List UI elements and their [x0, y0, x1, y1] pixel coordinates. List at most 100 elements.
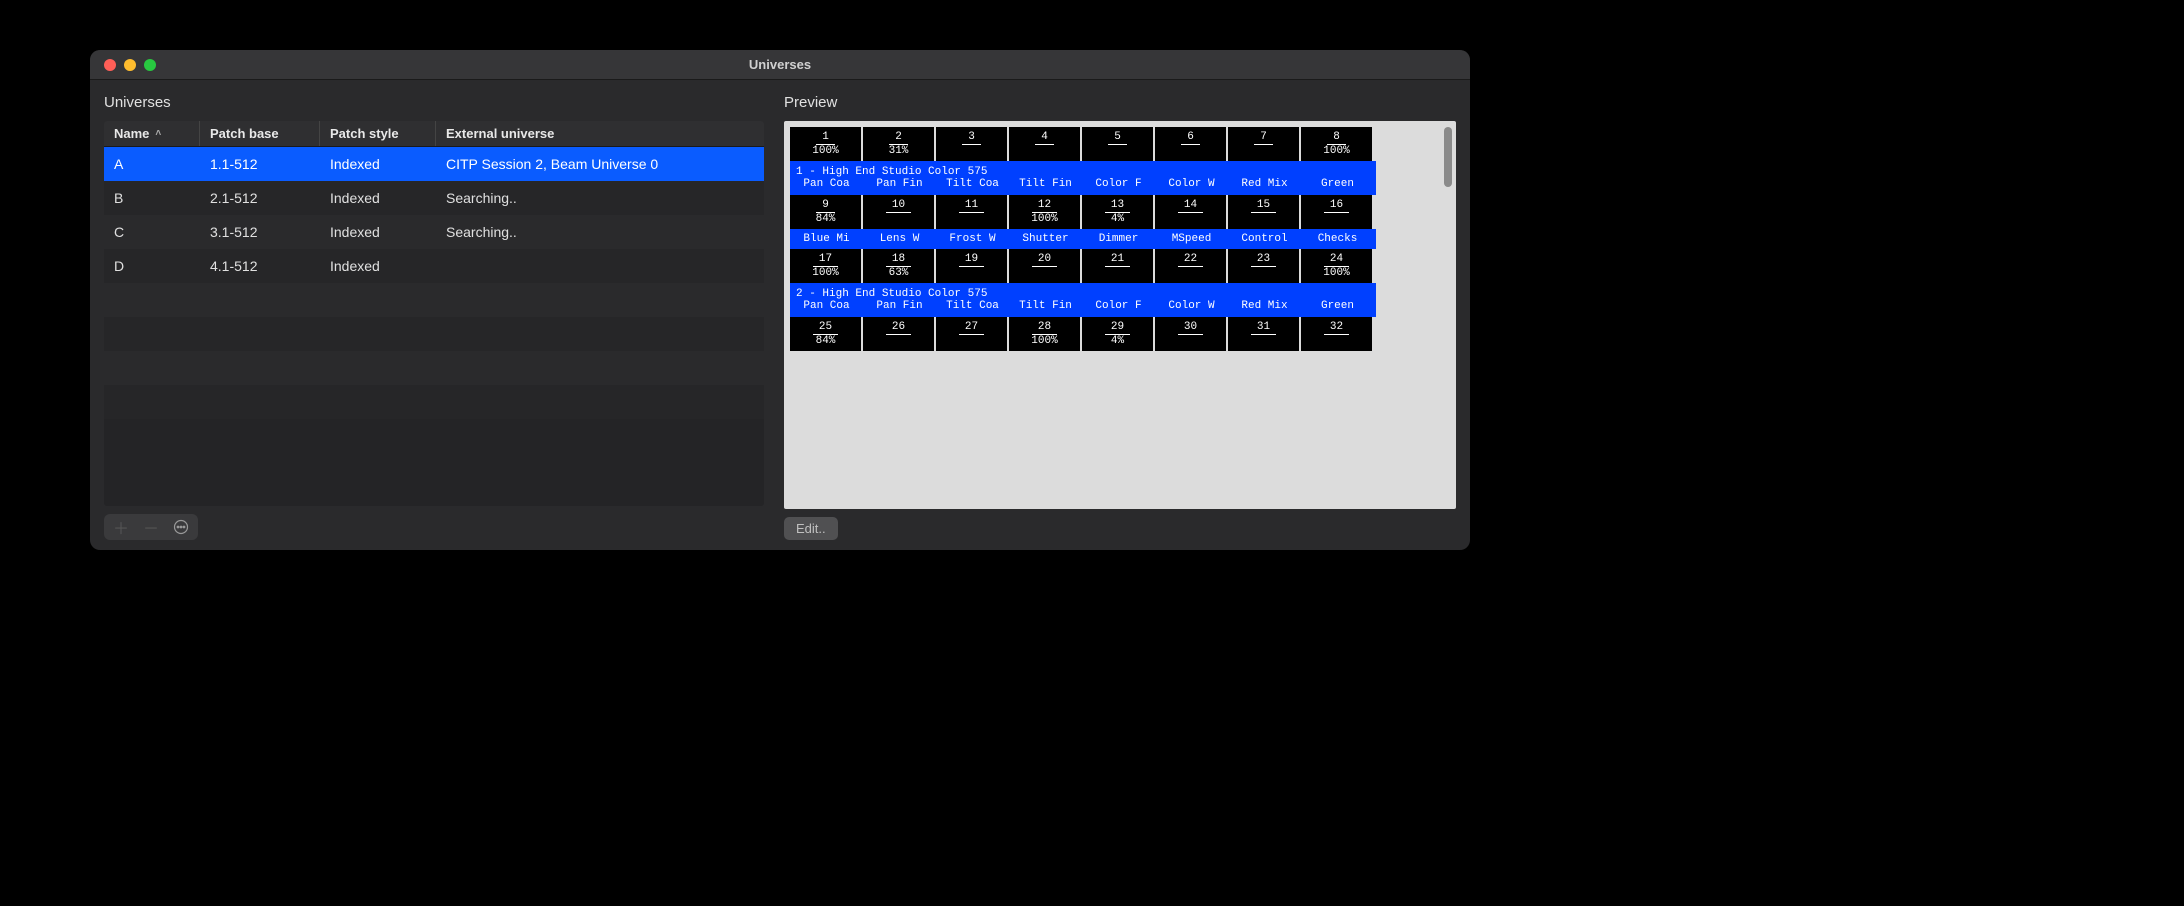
table-row[interactable]: D4.1-512Indexed: [104, 249, 764, 283]
dmx-channel-number: 32: [1324, 321, 1349, 334]
dmx-channel-value: 100%: [812, 267, 838, 279]
dmx-channel[interactable]: 984%: [790, 195, 861, 229]
dmx-channel-number: 19: [959, 253, 984, 266]
dmx-channel[interactable]: 32: [1301, 317, 1372, 351]
dmx-channel[interactable]: 1863%: [863, 249, 934, 283]
close-window-button[interactable]: [104, 59, 116, 71]
fixture-label-row: 2 - High End Studio Color 575Pan CoaPan …: [790, 283, 1376, 317]
actions-button[interactable]: [166, 516, 196, 538]
cell-patch_style: Indexed: [320, 215, 436, 249]
dmx-channel-value: 63%: [889, 267, 909, 279]
dmx-channel[interactable]: 6: [1155, 127, 1226, 161]
column-patch-style[interactable]: Patch style: [320, 121, 436, 146]
dmx-channel-number: 6: [1181, 131, 1200, 144]
dmx-channel-number: 18: [886, 253, 911, 266]
dmx-channel-value: 4%: [1111, 213, 1124, 225]
dmx-channel[interactable]: 31: [1228, 317, 1299, 351]
table-row[interactable]: A1.1-512IndexedCITP Session 2, Beam Univ…: [104, 147, 764, 181]
dmx-channel-value: 84%: [816, 335, 836, 347]
dmx-channel[interactable]: 30: [1155, 317, 1226, 351]
dmx-channel[interactable]: 28100%: [1009, 317, 1080, 351]
universes-window: Universes Universes Name ˄ Patch base Pa…: [90, 50, 1470, 550]
dmx-channel-number: 12: [1032, 199, 1057, 212]
dmx-channel[interactable]: 134%: [1082, 195, 1153, 229]
fixture-channel-label: Tilt Coa: [936, 178, 1009, 190]
fixture-channel-label: Color W: [1155, 300, 1228, 312]
dmx-channel-number: 30: [1178, 321, 1203, 334]
dmx-channel[interactable]: 21: [1082, 249, 1153, 283]
add-button[interactable]: ＋: [106, 516, 136, 538]
dmx-channel-number: 17: [813, 253, 838, 266]
dmx-channel-value: 100%: [1323, 267, 1349, 279]
fixture-channel-label: Dimmer: [1082, 233, 1155, 245]
window-title: Universes: [90, 57, 1470, 72]
cell-name: C: [104, 215, 200, 249]
dmx-channel-number: 11: [959, 199, 984, 212]
table-row[interactable]: C3.1-512IndexedSearching..: [104, 215, 764, 249]
dmx-channel[interactable]: 231%: [863, 127, 934, 161]
remove-button[interactable]: －: [136, 516, 166, 538]
dmx-channel-number: 7: [1254, 131, 1273, 144]
fixture-channel-label: Pan Fin: [863, 178, 936, 190]
dmx-channel[interactable]: 10: [863, 195, 934, 229]
column-patch-base[interactable]: Patch base: [200, 121, 320, 146]
dmx-channel[interactable]: 19: [936, 249, 1007, 283]
column-name-label: Name: [114, 126, 149, 141]
table-toolbar: ＋ －: [104, 514, 198, 540]
dmx-channel[interactable]: 4: [1009, 127, 1080, 161]
column-external-universe[interactable]: External universe: [436, 121, 764, 146]
universes-panel-title: Universes: [104, 94, 764, 111]
dmx-channel-number: 5: [1108, 131, 1127, 144]
maximize-window-button[interactable]: [144, 59, 156, 71]
dmx-channel[interactable]: 7: [1228, 127, 1299, 161]
dmx-channel[interactable]: 5: [1082, 127, 1153, 161]
dmx-channel[interactable]: 17100%: [790, 249, 861, 283]
fixture-channel-label: Red Mix: [1228, 178, 1301, 190]
table-row[interactable]: B2.1-512IndexedSearching..: [104, 181, 764, 215]
dmx-channel[interactable]: 24100%: [1301, 249, 1372, 283]
dmx-channel[interactable]: 11: [936, 195, 1007, 229]
dmx-channel-number: 13: [1105, 199, 1130, 212]
dmx-channel[interactable]: 12100%: [1009, 195, 1080, 229]
empty-row: [104, 283, 764, 317]
dmx-channel[interactable]: 8100%: [1301, 127, 1372, 161]
cell-patch_style: Indexed: [320, 181, 436, 215]
dmx-channel[interactable]: 1100%: [790, 127, 861, 161]
edit-button[interactable]: Edit..: [784, 517, 838, 540]
dmx-channel-number: 2: [889, 131, 908, 144]
dmx-channel-number: 22: [1178, 253, 1203, 266]
cell-patch_base: 2.1-512: [200, 181, 320, 215]
ellipsis-circle-icon: [173, 519, 189, 535]
column-external-universe-label: External universe: [446, 126, 554, 141]
dmx-channel-value: 31%: [889, 145, 909, 157]
cell-patch_base: 4.1-512: [200, 249, 320, 283]
fixture-channel-label: Tilt Fin: [1009, 300, 1082, 312]
sort-ascending-icon: ˄: [155, 128, 161, 139]
dmx-channel-number: 14: [1178, 199, 1203, 212]
dmx-channel[interactable]: 20: [1009, 249, 1080, 283]
minimize-window-button[interactable]: [124, 59, 136, 71]
dmx-channel-number: 24: [1324, 253, 1349, 266]
fixture-channel-label: MSpeed: [1155, 233, 1228, 245]
dmx-channel[interactable]: 3: [936, 127, 1007, 161]
plus-icon: ＋: [113, 515, 129, 539]
empty-row: [104, 351, 764, 385]
column-name[interactable]: Name ˄: [104, 121, 200, 146]
dmx-row: 17100%1863%192021222324100%: [790, 249, 1450, 283]
cell-name: D: [104, 249, 200, 283]
dmx-channel[interactable]: 294%: [1082, 317, 1153, 351]
dmx-channel[interactable]: 14: [1155, 195, 1226, 229]
dmx-channel[interactable]: 22: [1155, 249, 1226, 283]
dmx-channel[interactable]: 23: [1228, 249, 1299, 283]
content-area: Universes Name ˄ Patch base Patch style …: [90, 80, 1470, 550]
preview-scrollbar[interactable]: [1444, 127, 1452, 187]
dmx-channel[interactable]: 26: [863, 317, 934, 351]
fixture-channel-label: Frost W: [936, 233, 1009, 245]
dmx-channel-number: 28: [1032, 321, 1057, 334]
dmx-channel[interactable]: 15: [1228, 195, 1299, 229]
dmx-channel[interactable]: 27: [936, 317, 1007, 351]
dmx-channel[interactable]: 16: [1301, 195, 1372, 229]
dmx-channel-number: 15: [1251, 199, 1276, 212]
fixture-channel-label: Color F: [1082, 300, 1155, 312]
dmx-channel[interactable]: 2584%: [790, 317, 861, 351]
